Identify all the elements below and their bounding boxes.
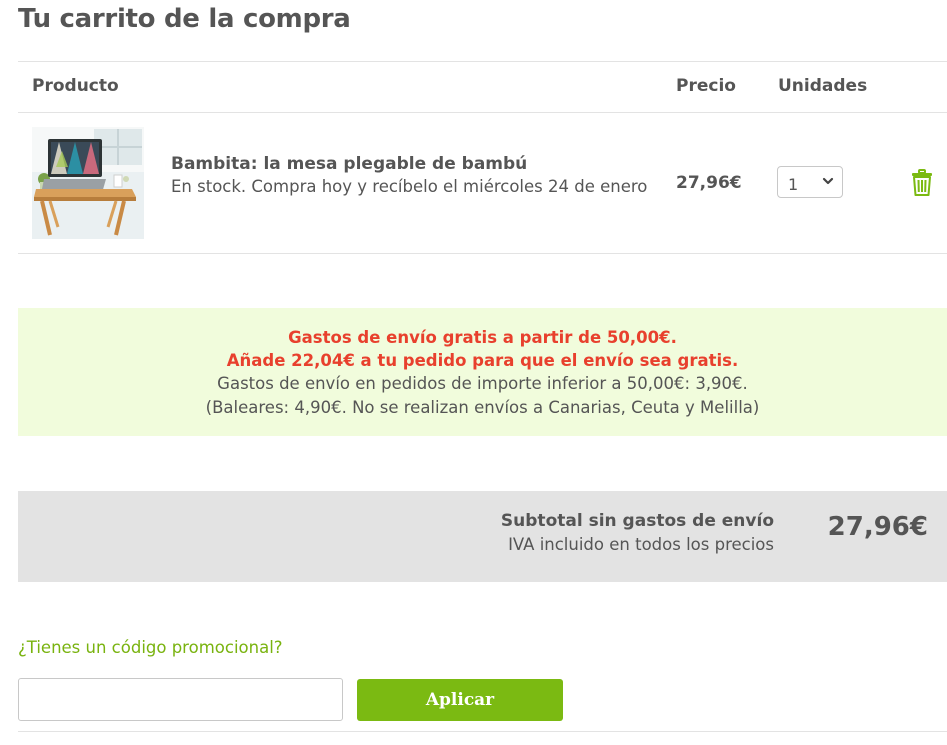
- shipping-info-banner: Gastos de envío gratis a partir de 50,00…: [18, 308, 947, 436]
- stock-status: En stock. Compra hoy y recíbelo el miérc…: [171, 177, 648, 196]
- vat-note: IVA incluido en todos los precios: [508, 535, 774, 554]
- trash-icon[interactable]: [911, 169, 933, 200]
- promo-code-link[interactable]: ¿Tienes un código promocional?: [18, 638, 283, 657]
- free-shipping-remaining: Añade 22,04€ a tu pedido para que el env…: [226, 351, 739, 370]
- column-header-product: Producto: [32, 76, 119, 96]
- chevron-down-icon: [822, 173, 834, 195]
- promo-code-input[interactable]: [18, 678, 343, 721]
- column-header-price: Precio: [676, 76, 736, 96]
- product-price: 27,96€: [676, 173, 742, 193]
- shipping-regions-note: (Baleares: 4,90€. No se realizan envíos …: [205, 398, 760, 417]
- free-shipping-threshold: Gastos de envío gratis a partir de 50,00…: [288, 328, 677, 347]
- divider: [18, 112, 947, 113]
- quantity-select[interactable]: 1: [777, 166, 843, 198]
- divider: [18, 253, 947, 254]
- quantity-value: 1: [788, 175, 799, 194]
- shipping-cost-note: Gastos de envío en pedidos de importe in…: [217, 374, 748, 393]
- product-name[interactable]: Bambita: la mesa plegable de bambú: [171, 154, 527, 174]
- divider: [18, 731, 947, 732]
- subtotal-label: Subtotal sin gastos de envío: [500, 511, 774, 531]
- divider: [18, 61, 947, 62]
- product-image[interactable]: [32, 127, 144, 239]
- column-header-units: Unidades: [778, 76, 868, 96]
- subtotal-amount: 27,96€: [827, 512, 928, 542]
- apply-promo-button[interactable]: Aplicar: [357, 679, 563, 721]
- order-summary: Subtotal sin gastos de envío IVA incluid…: [18, 491, 947, 582]
- page-title: Tu carrito de la compra: [18, 4, 351, 34]
